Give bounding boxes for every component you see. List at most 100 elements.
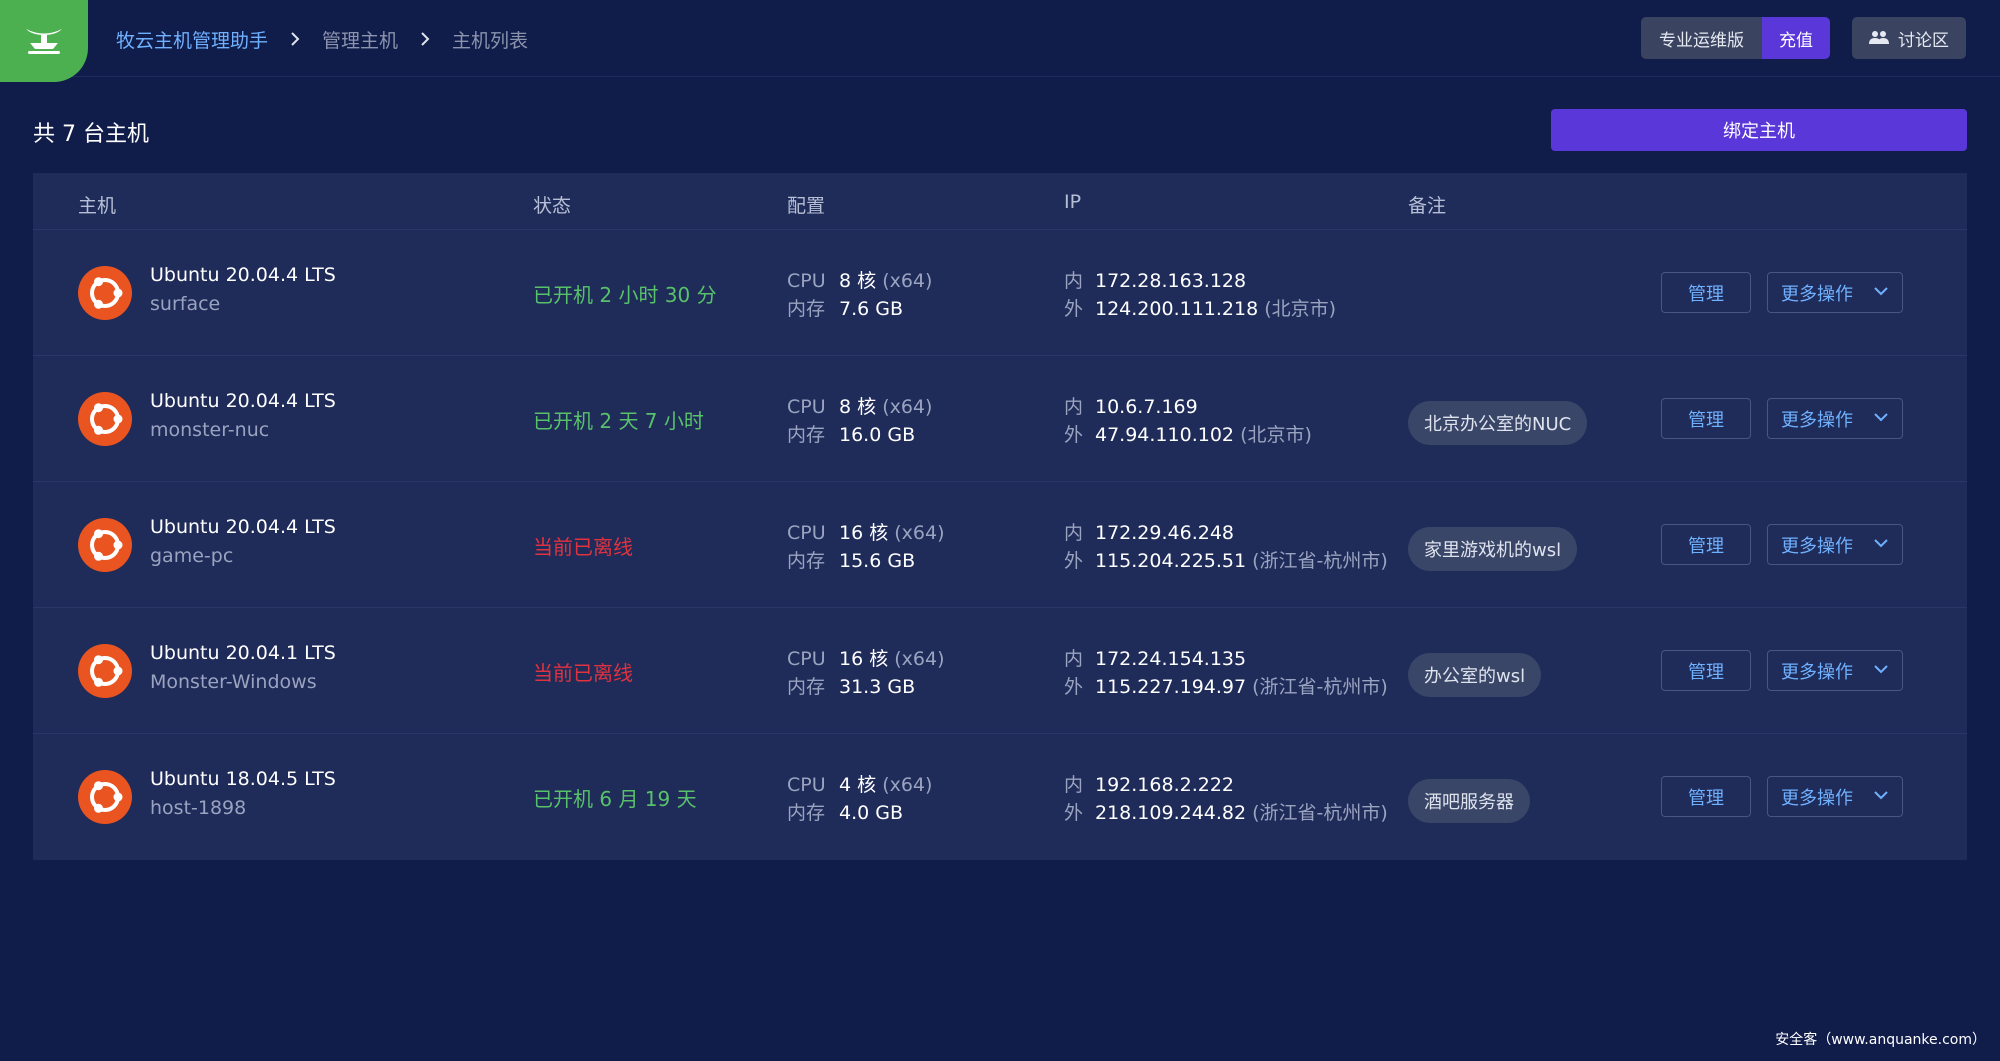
- more-actions-button[interactable]: 更多操作: [1767, 524, 1903, 565]
- col-host: 主机: [78, 195, 117, 217]
- manage-button[interactable]: 管理: [1661, 524, 1751, 565]
- inner-ip: 10.6.7.169: [1095, 396, 1198, 418]
- chevron-right-icon: [420, 32, 430, 46]
- inner-ip-line: 内 10.6.7.169: [1064, 392, 1198, 419]
- host-status: 当前已离线: [533, 535, 633, 559]
- outer-ip-line: 外 218.109.244.82 (浙江省-杭州市): [1064, 798, 1388, 825]
- more-actions-button[interactable]: 更多操作: [1767, 272, 1903, 313]
- breadcrumb: 牧云主机管理助手 管理主机 主机列表: [116, 24, 528, 54]
- col-status: 状态: [533, 195, 572, 217]
- mem-label: 内存: [787, 298, 826, 320]
- note-tag[interactable]: 北京办公室的NUC: [1408, 401, 1588, 445]
- mem-label: 内存: [787, 676, 826, 698]
- chevron-right-icon: [290, 32, 300, 46]
- ip-location: (浙江省-杭州市): [1252, 802, 1388, 824]
- note-tag[interactable]: 家里游戏机的wsl: [1408, 527, 1578, 571]
- plan-group: 专业运维版 充值: [1641, 17, 1830, 59]
- more-actions-label: 更多操作: [1781, 283, 1853, 305]
- top-bar: 牧云主机管理助手 管理主机 主机列表 专业运维版 充值 讨论区: [0, 0, 2000, 82]
- ubuntu-icon: [78, 770, 132, 824]
- chevron-down-icon: [1874, 539, 1888, 548]
- ip-location: (北京市): [1240, 424, 1312, 446]
- breadcrumb-manage-hosts[interactable]: 管理主机: [322, 26, 398, 53]
- header-actions: 专业运维版 充值 讨论区: [1641, 17, 1966, 59]
- host-status: 已开机 2 天 7 小时: [533, 409, 704, 433]
- more-actions-label: 更多操作: [1781, 661, 1853, 683]
- mem-value: 7.6 GB: [839, 298, 904, 320]
- col-ip: IP: [1064, 191, 1082, 213]
- forum-button[interactable]: 讨论区: [1852, 17, 1966, 59]
- ip-location: (浙江省-杭州市): [1252, 676, 1388, 698]
- cpu-line: CPU 16 核 (x64): [787, 644, 945, 671]
- more-actions-label: 更多操作: [1781, 409, 1853, 431]
- host-name: Monster-Windows: [150, 671, 317, 693]
- recharge-button[interactable]: 充值: [1762, 17, 1830, 59]
- mem-label: 内存: [787, 802, 826, 824]
- cpu-label: CPU: [787, 270, 826, 292]
- outer-ip-line: 外 124.200.111.218 (北京市): [1064, 294, 1336, 321]
- inner-ip: 172.28.163.128: [1095, 270, 1247, 292]
- mem-line: 内存 16.0 GB: [787, 420, 915, 447]
- cpu-arch: (x64): [882, 270, 933, 292]
- plan-badge[interactable]: 专业运维版: [1641, 17, 1762, 59]
- col-config: 配置: [787, 195, 826, 217]
- inner-ip: 192.168.2.222: [1095, 774, 1235, 796]
- cpu-cores: 16 核: [839, 648, 889, 670]
- more-actions-button[interactable]: 更多操作: [1767, 650, 1903, 691]
- note-tag[interactable]: 办公室的wsl: [1408, 653, 1542, 697]
- cpu-cores: 8 核: [839, 270, 877, 292]
- inner-ip-line: 内 172.29.46.248: [1064, 518, 1234, 545]
- manage-button[interactable]: 管理: [1661, 650, 1751, 691]
- outer-ip-label: 外: [1064, 676, 1084, 698]
- inner-ip-line: 内 172.24.154.135: [1064, 644, 1246, 671]
- cpu-line: CPU 8 核 (x64): [787, 266, 932, 293]
- ip-location: (北京市): [1264, 298, 1337, 320]
- breadcrumb-home[interactable]: 牧云主机管理助手: [116, 26, 268, 53]
- more-actions-label: 更多操作: [1781, 787, 1853, 809]
- host-name: game-pc: [150, 545, 234, 567]
- table-row: Ubuntu 20.04.4 LTS monster-nuc 已开机 2 天 7…: [33, 356, 1967, 482]
- inner-ip-line: 内 192.168.2.222: [1064, 770, 1234, 797]
- cpu-line: CPU 16 核 (x64): [787, 518, 945, 545]
- inner-ip: 172.29.46.248: [1095, 522, 1235, 544]
- more-actions-button[interactable]: 更多操作: [1767, 776, 1903, 817]
- os-name: Ubuntu 20.04.1 LTS: [150, 642, 336, 664]
- outer-ip: 124.200.111.218: [1095, 298, 1259, 320]
- mem-label: 内存: [787, 550, 826, 572]
- watermark: 安全客（www.anquanke.com）: [1775, 1032, 1986, 1048]
- bind-host-button[interactable]: 绑定主机: [1551, 109, 1967, 151]
- inner-ip-label: 内: [1064, 396, 1084, 418]
- cpu-arch: (x64): [882, 396, 933, 418]
- outer-ip-label: 外: [1064, 802, 1084, 824]
- os-name: Ubuntu 20.04.4 LTS: [150, 516, 336, 538]
- mem-value: 16.0 GB: [839, 424, 916, 446]
- chevron-down-icon: [1874, 791, 1888, 800]
- host-status: 当前已离线: [533, 661, 633, 685]
- chevron-down-icon: [1874, 665, 1888, 674]
- forum-label: 讨论区: [1898, 30, 1949, 51]
- app-logo[interactable]: [0, 0, 88, 82]
- chevron-down-icon: [1874, 413, 1888, 422]
- mem-line: 内存 15.6 GB: [787, 546, 915, 573]
- table-row: Ubuntu 20.04.1 LTS Monster-Windows 当前已离线…: [33, 608, 1967, 734]
- cpu-label: CPU: [787, 774, 826, 796]
- logo-icon: [26, 29, 62, 54]
- manage-button[interactable]: 管理: [1661, 272, 1751, 313]
- table-row: Ubuntu 20.04.4 LTS game-pc 当前已离线 CPU 16 核…: [33, 482, 1967, 608]
- manage-button[interactable]: 管理: [1661, 776, 1751, 817]
- host-name: monster-nuc: [150, 419, 270, 441]
- cpu-cores: 16 核: [839, 522, 889, 544]
- outer-ip: 115.227.194.97: [1095, 676, 1247, 698]
- manage-button[interactable]: 管理: [1661, 398, 1751, 439]
- more-actions-label: 更多操作: [1781, 535, 1853, 557]
- inner-ip-label: 内: [1064, 270, 1084, 292]
- more-actions-button[interactable]: 更多操作: [1767, 398, 1903, 439]
- outer-ip: 218.109.244.82: [1095, 802, 1247, 824]
- table-header: 主机 状态 配置 IP 备注: [33, 173, 1967, 230]
- chevron-down-icon: [1874, 287, 1888, 296]
- mem-value: 4.0 GB: [839, 802, 904, 824]
- outer-ip: 115.204.225.51: [1095, 550, 1247, 572]
- cpu-label: CPU: [787, 396, 826, 418]
- ubuntu-icon: [78, 266, 132, 320]
- note-tag[interactable]: 酒吧服务器: [1408, 779, 1530, 823]
